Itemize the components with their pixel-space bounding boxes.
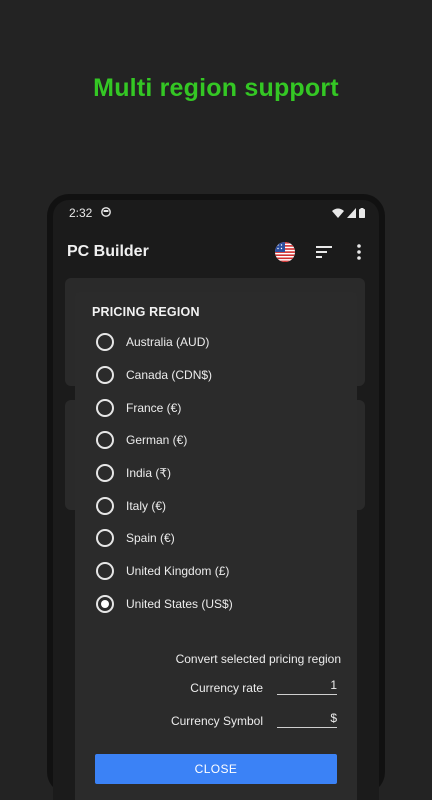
region-label: Spain (€) <box>126 531 175 546</box>
radio-button[interactable] <box>96 366 114 385</box>
region-label: United States (US$) <box>126 596 233 611</box>
region-option-united-states[interactable]: United States (US$) <box>75 588 357 621</box>
region-label: Canada (CDN$) <box>126 368 213 383</box>
signal-icon <box>347 208 356 218</box>
region-list: Australia (AUD) Canada (CDN$) France (€)… <box>75 326 357 620</box>
currency-rate-input[interactable] <box>277 678 337 695</box>
region-label: France (€) <box>126 400 182 415</box>
currency-rate-label: Currency rate <box>190 681 263 695</box>
sort-icon[interactable] <box>315 244 333 260</box>
phone-frame: 2:32 PC Builder PRICING REGION Australia… <box>47 194 385 800</box>
region-option-india[interactable]: India (₹) <box>75 457 357 490</box>
region-option-australia[interactable]: Australia (AUD) <box>75 326 357 359</box>
status-time: 2:32 <box>69 206 93 220</box>
radio-button[interactable] <box>96 562 114 581</box>
region-label: Italy (€) <box>126 498 167 513</box>
region-option-spain[interactable]: Spain (€) <box>75 522 357 555</box>
radio-button[interactable] <box>96 398 114 417</box>
more-vert-icon[interactable] <box>353 242 365 262</box>
region-label: Australia (AUD) <box>126 335 210 350</box>
region-option-united-kingdom[interactable]: United Kingdom (£) <box>75 555 357 588</box>
radio-button-selected[interactable] <box>96 594 114 613</box>
convert-region-label: Convert selected pricing region <box>175 652 341 666</box>
app-title: PC Builder <box>67 243 149 260</box>
region-option-canada[interactable]: Canada (CDN$) <box>75 359 357 392</box>
app-notification-icon <box>101 207 111 217</box>
region-label: India (₹) <box>126 466 171 481</box>
radio-button[interactable] <box>96 333 114 352</box>
dialog-title: PRICING REGION <box>92 305 200 319</box>
status-icons <box>332 208 365 218</box>
pricing-region-dialog: PRICING REGION Australia (AUD) Canada (C… <box>75 292 357 800</box>
region-option-france[interactable]: France (€) <box>75 391 357 424</box>
app-screen: 2:32 PC Builder PRICING REGION Australia… <box>53 200 379 800</box>
battery-icon <box>359 208 365 218</box>
app-bar: PC Builder <box>53 226 379 278</box>
currency-rate-row: Currency rate <box>190 678 337 695</box>
region-label: United Kingdom (£) <box>126 564 230 579</box>
us-flag-icon[interactable] <box>275 242 295 262</box>
radio-button[interactable] <box>96 529 114 548</box>
status-bar: 2:32 <box>53 200 379 226</box>
close-button[interactable]: CLOSE <box>95 754 337 784</box>
currency-symbol-input[interactable] <box>277 711 337 728</box>
region-label: German (€) <box>126 433 188 448</box>
promo-title: Multi region support <box>93 74 339 102</box>
radio-button[interactable] <box>96 431 114 450</box>
currency-symbol-label: Currency Symbol <box>170 714 263 728</box>
region-option-italy[interactable]: Italy (€) <box>75 489 357 522</box>
radio-button[interactable] <box>96 464 114 483</box>
region-option-german[interactable]: German (€) <box>75 424 357 457</box>
radio-button[interactable] <box>96 496 114 515</box>
currency-symbol-row: Currency Symbol <box>171 711 337 728</box>
wifi-icon <box>332 208 344 218</box>
